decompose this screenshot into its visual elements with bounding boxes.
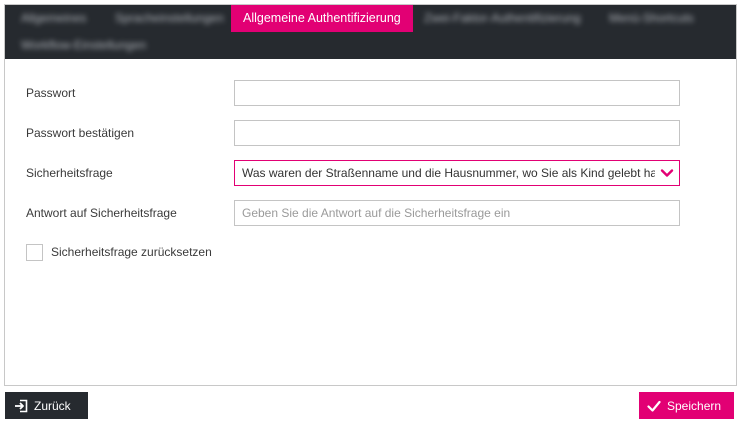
- password-label: Passwort: [26, 86, 76, 100]
- password-input[interactable]: [234, 80, 680, 106]
- tab-workflow[interactable]: Workflow-Einstellungen: [9, 32, 158, 59]
- tab-two-factor[interactable]: Zwei-Faktor-Authentifizierung: [412, 5, 593, 32]
- reset-question-checkbox[interactable]: [26, 244, 43, 261]
- tab-general-authentication[interactable]: Allgemeine Authentifizierung: [231, 5, 413, 32]
- confirm-password-row: Passwort bestätigen: [5, 120, 736, 146]
- confirm-password-label: Passwort bestätigen: [26, 126, 135, 140]
- save-button-label: Speichern: [667, 398, 722, 413]
- security-question-label: Sicherheitsfrage: [26, 166, 113, 180]
- reset-question-label[interactable]: Sicherheitsfrage zurücksetzen: [51, 244, 212, 261]
- chevron-down-icon: [660, 169, 674, 177]
- tab-language[interactable]: Spracheinstellungen: [103, 5, 236, 32]
- security-answer-input[interactable]: [234, 200, 680, 226]
- save-button[interactable]: Speichern: [639, 392, 734, 419]
- settings-panel: Allgemeines Spracheinstellungen Allgemei…: [4, 4, 737, 386]
- tab-general[interactable]: Allgemeines: [9, 5, 98, 32]
- password-row: Passwort: [5, 80, 736, 106]
- back-button-label: Zurück: [34, 398, 71, 413]
- security-answer-row: Antwort auf Sicherheitsfrage: [5, 200, 736, 226]
- security-question-value: Was waren der Straßenname und die Hausnu…: [242, 166, 655, 180]
- security-question-row: Sicherheitsfrage Was waren der Straßenna…: [5, 160, 736, 186]
- tab-menu-shortcuts[interactable]: Menü-Shortcuts: [597, 5, 706, 32]
- tab-bar: Allgemeines Spracheinstellungen Allgemei…: [5, 5, 736, 59]
- back-button[interactable]: Zurück: [5, 392, 88, 419]
- security-question-select[interactable]: Was waren der Straßenname und die Hausnu…: [234, 160, 680, 186]
- exit-arrow-icon: [15, 399, 28, 412]
- confirm-password-input[interactable]: [234, 120, 680, 146]
- checkmark-icon: [647, 400, 661, 412]
- security-answer-label: Antwort auf Sicherheitsfrage: [26, 206, 177, 220]
